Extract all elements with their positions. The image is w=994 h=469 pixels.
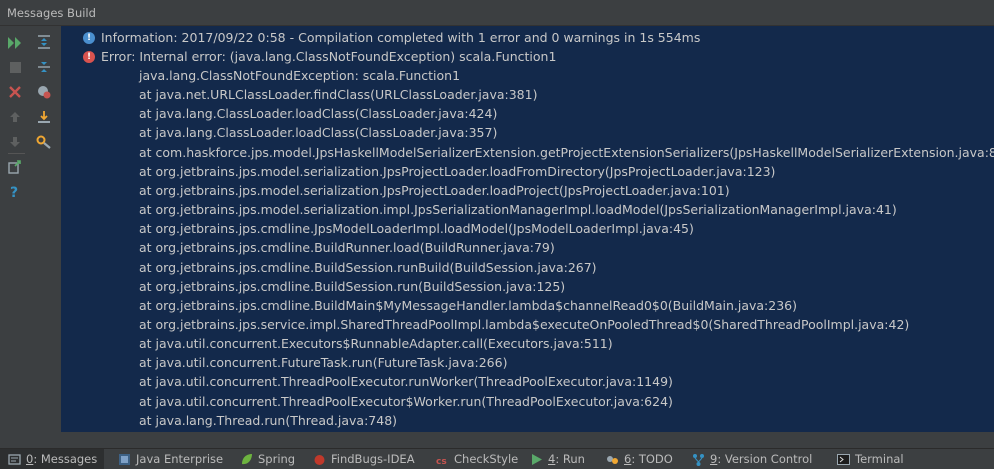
svg-text:cs: cs: [436, 457, 447, 466]
messages-icon: [8, 453, 21, 466]
checkstyle-icon: cs: [436, 453, 449, 466]
toolbar-separator: [8, 153, 25, 154]
terminal-icon: [837, 453, 850, 466]
tab-terminal[interactable]: Terminal: [829, 449, 905, 469]
findbugs-icon: [313, 453, 326, 466]
stack-trace-line[interactable]: at java.util.concurrent.ThreadPoolExecut…: [61, 392, 994, 411]
stack-trace-line[interactable]: at org.jetbrains.jps.model.serialization…: [61, 181, 994, 200]
tab-checkstyle[interactable]: cs CheckStyle: [428, 449, 519, 469]
tab-java-enterprise[interactable]: Java Enterprise: [110, 449, 226, 469]
up-arrow-icon[interactable]: [6, 108, 24, 126]
tab-findbugs[interactable]: FindBugs-IDEA: [305, 449, 423, 469]
tab-label: : Run: [555, 452, 585, 466]
tab-label: FindBugs-IDEA: [331, 452, 415, 466]
messages-toolbar: ?: [0, 26, 61, 448]
tool-window-bar: 0: Messages Java Enterprise Spring FindBugs…: [0, 448, 994, 469]
stack-trace-line[interactable]: at java.net.URLClassLoader.findClass(URL…: [61, 85, 994, 104]
stack-trace-line[interactable]: at org.jetbrains.jps.cmdline.BuildSessio…: [61, 258, 994, 277]
error-message[interactable]: ! Error: Internal error: (java.lang.Clas…: [61, 47, 994, 66]
version-control-icon: [692, 453, 705, 466]
stack-trace-line[interactable]: at java.lang.ClassLoader.loadClass(Class…: [61, 104, 994, 123]
stack-trace-line[interactable]: at java.util.concurrent.Executors$Runnab…: [61, 334, 994, 353]
tab-todo[interactable]: 6: TODO: [598, 449, 678, 469]
stack-trace-line[interactable]: at org.jetbrains.jps.cmdline.BuildMain$M…: [61, 296, 994, 315]
stack-trace-line[interactable]: at com.haskforce.jps.model.JpsHaskellMod…: [61, 143, 994, 162]
tab-shortcut-number: 4: [548, 452, 556, 466]
stack-trace-line[interactable]: at org.jetbrains.jps.cmdline.JpsModelLoa…: [61, 219, 994, 238]
tab-messages[interactable]: 0: Messages: [0, 449, 104, 469]
close-icon[interactable]: [6, 83, 24, 101]
tool-window-title: Messages Build: [7, 6, 96, 20]
stack-trace-line[interactable]: at org.jetbrains.jps.model.serialization…: [61, 200, 994, 219]
rerun-icon[interactable]: [6, 34, 24, 52]
stop-icon[interactable]: [6, 58, 24, 76]
tab-label: Java Enterprise: [136, 452, 224, 466]
export-icon[interactable]: [6, 158, 24, 176]
tab-run[interactable]: 4: Run: [522, 449, 592, 469]
tab-version-control[interactable]: 9: Version Control: [684, 449, 824, 469]
stack-trace-line[interactable]: at java.lang.Thread.run(Thread.java:748): [61, 411, 994, 430]
settings-icon[interactable]: [35, 133, 53, 151]
tab-shortcut-number: 9: [710, 452, 718, 466]
tab-spring[interactable]: Spring: [232, 449, 300, 469]
stack-trace-line[interactable]: at org.jetbrains.jps.model.serialization…: [61, 162, 994, 181]
tab-shortcut-number: 0: [26, 452, 34, 466]
tab-label: Terminal: [855, 452, 904, 466]
filter-icon[interactable]: [35, 83, 53, 101]
messages-build-window: Messages Build ? ! Information: 2017/09/…: [0, 0, 994, 469]
stack-trace-line[interactable]: at org.jetbrains.jps.cmdline.BuildSessio…: [61, 277, 994, 296]
autoscroll-icon[interactable]: [35, 108, 53, 126]
info-message[interactable]: ! Information: 2017/09/22 0:58 - Compila…: [61, 28, 994, 47]
info-icon: !: [83, 32, 95, 44]
tab-label: CheckStyle: [454, 452, 519, 466]
stack-trace-line[interactable]: java.lang.ClassNotFoundException: scala.…: [61, 66, 994, 85]
messages-footer: [61, 432, 994, 448]
svg-text:?: ?: [10, 185, 18, 199]
stack-trace-line[interactable]: at java.util.concurrent.FutureTask.run(F…: [61, 353, 994, 372]
stack-trace-line[interactable]: at org.jetbrains.jps.service.impl.Shared…: [61, 315, 994, 334]
tab-label: : Version Control: [717, 452, 813, 466]
tool-window-header: Messages Build: [0, 0, 994, 26]
tab-shortcut-number: 6: [624, 452, 632, 466]
collapse-all-icon[interactable]: [35, 58, 53, 76]
messages-panel[interactable]: ! Information: 2017/09/22 0:58 - Compila…: [61, 26, 994, 432]
run-icon: [530, 453, 543, 466]
todo-icon: [606, 453, 619, 466]
error-icon: !: [83, 51, 95, 63]
tab-label: : Messages: [33, 452, 98, 466]
down-arrow-icon[interactable]: [6, 133, 24, 151]
tab-label: Spring: [258, 452, 296, 466]
tab-label: : TODO: [631, 452, 673, 466]
spring-icon: [240, 453, 253, 466]
java-enterprise-icon: [118, 453, 131, 466]
expand-all-icon[interactable]: [35, 33, 53, 51]
stack-trace-line[interactable]: at org.jetbrains.jps.cmdline.BuildRunner…: [61, 238, 994, 257]
messages-tree[interactable]: ! Information: 2017/09/22 0:58 - Compila…: [61, 26, 994, 432]
stack-trace-line[interactable]: at java.util.concurrent.ThreadPoolExecut…: [61, 372, 994, 391]
help-icon[interactable]: ?: [6, 183, 24, 201]
stack-trace-line[interactable]: at java.lang.ClassLoader.loadClass(Class…: [61, 123, 994, 142]
